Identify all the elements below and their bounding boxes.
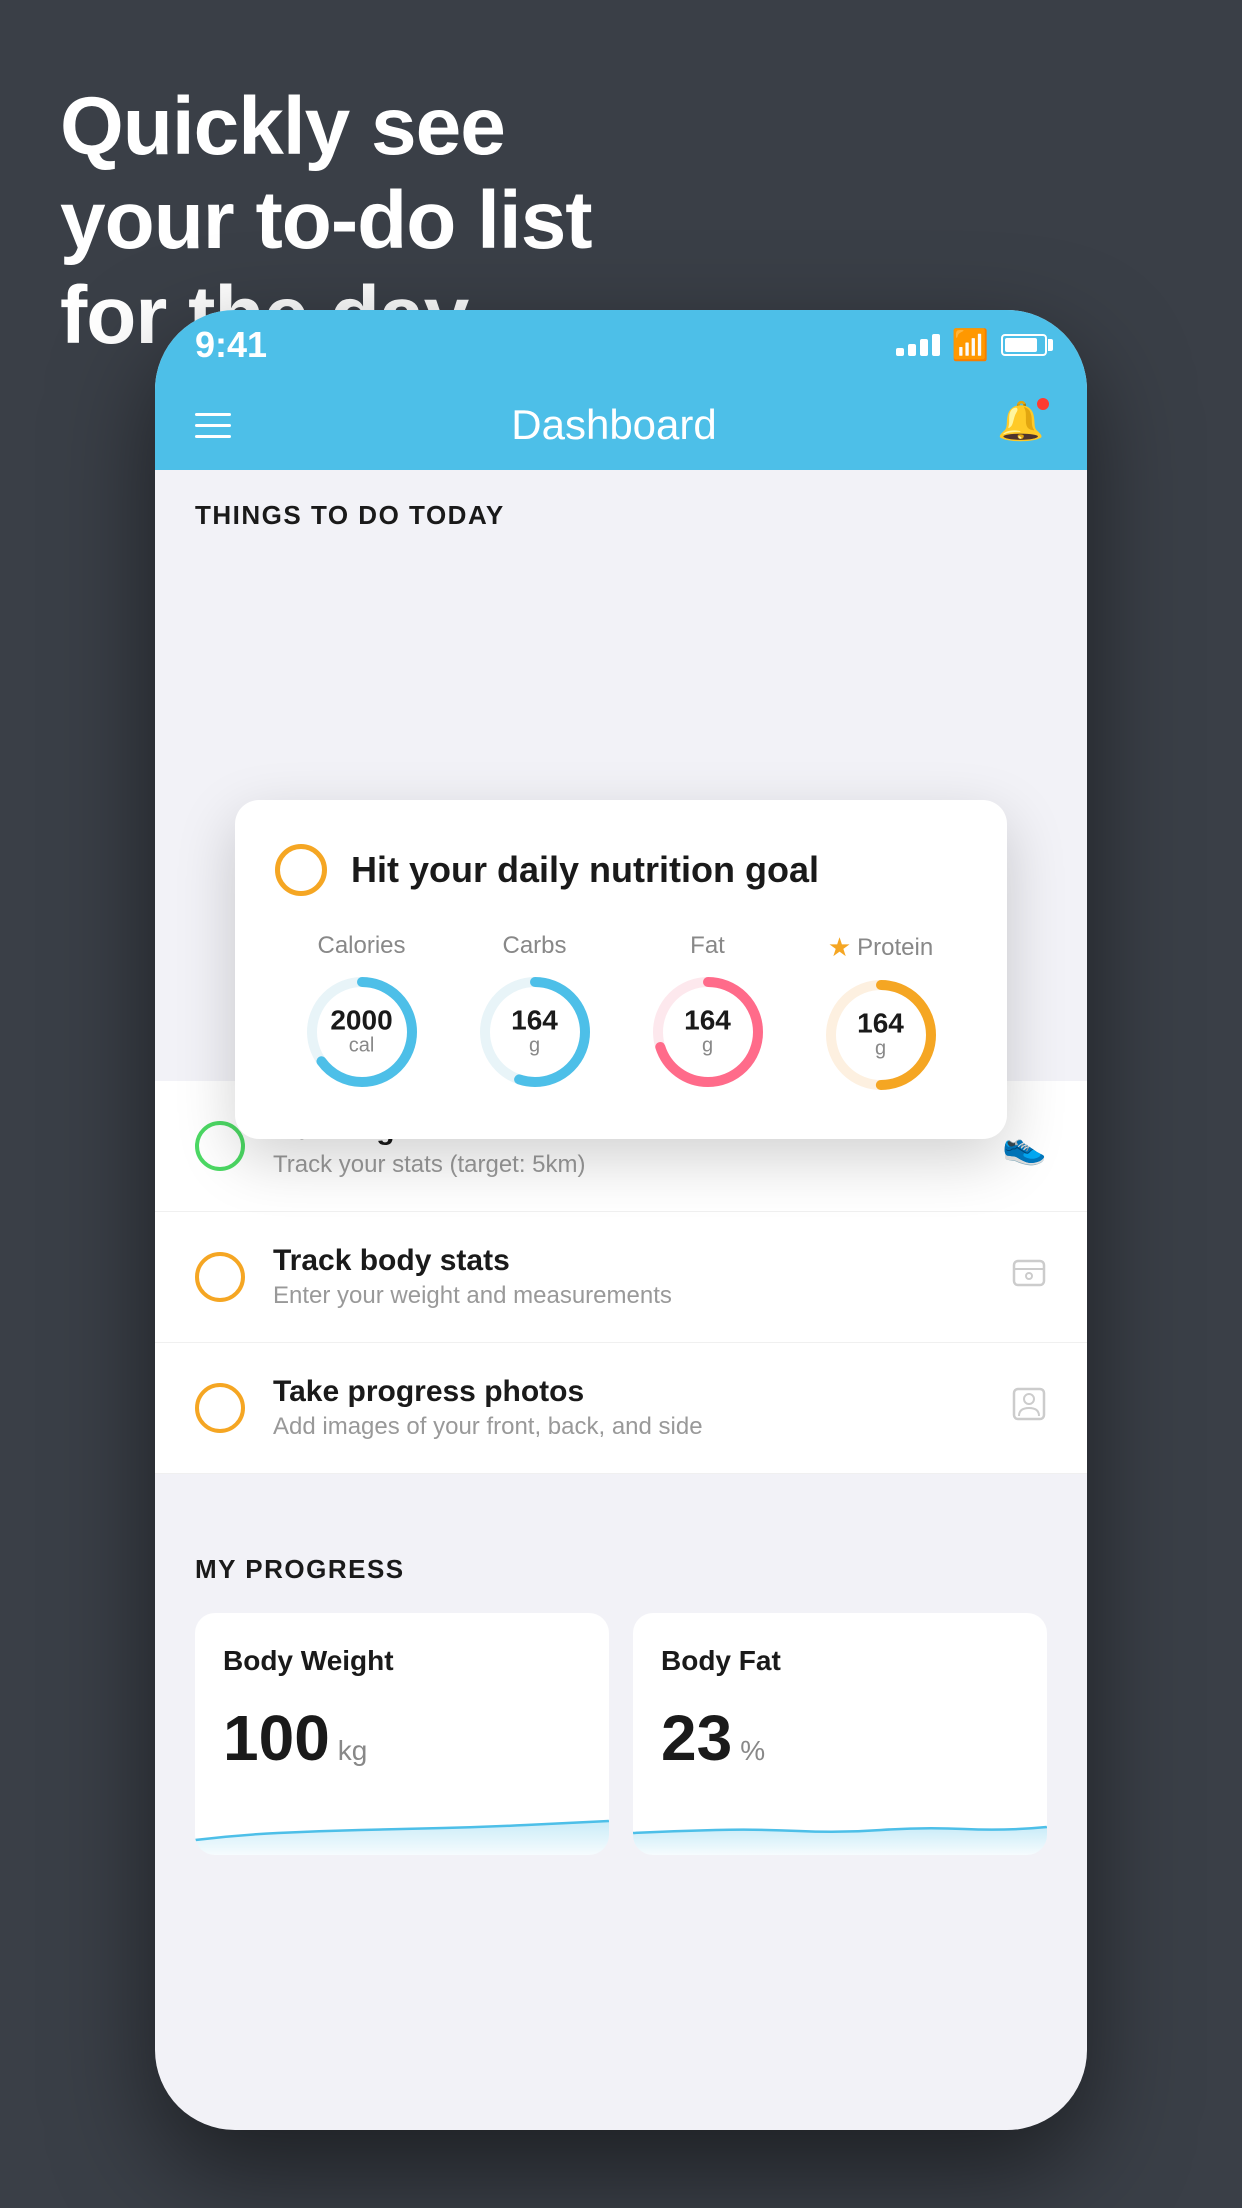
headline-line2: your to-do list [60,175,592,266]
todo-check-photos [195,1383,245,1433]
macro-fat-ring: 164 g [648,972,768,1092]
macro-fat: Fat 164 g [648,932,768,1092]
body-fat-value: 23 [661,1701,732,1775]
notification-badge [1035,396,1051,412]
notification-bell-button[interactable]: 🔔 [997,400,1047,450]
macro-carbs-unit: g [511,1035,558,1058]
progress-section-title: MY PROGRESS [195,1554,1047,1585]
status-bar: 9:41 📶 [155,310,1087,380]
wifi-icon: 📶 [952,328,989,363]
protein-star-icon: ★ [828,932,851,963]
body-weight-chart [195,1795,609,1855]
todo-list: Running Track your stats (target: 5km) 👟… [155,1081,1087,1474]
content-area: THINGS TO DO TODAY Hit your daily nutrit… [155,470,1087,1855]
macro-calories-label: Calories [317,932,405,960]
todo-subtitle-body-stats: Enter your weight and measurements [273,1282,983,1310]
body-weight-value: 100 [223,1701,330,1775]
macro-calories: Calories 2000 cal [302,932,422,1092]
signal-icon [896,334,940,356]
battery-icon [1001,334,1047,356]
todo-title-photos: Take progress photos [273,1375,983,1409]
macro-fat-label: Fat [690,932,725,960]
body-weight-card[interactable]: Body Weight 100 kg [195,1613,609,1855]
nutrition-check-circle [275,844,327,896]
phone-mockup: 9:41 📶 Dashboard 🔔 THINGS TO [155,310,1087,2130]
todo-check-running [195,1121,245,1171]
macro-carbs-ring: 164 g [475,972,595,1092]
progress-cards: Body Weight 100 kg [195,1613,1047,1855]
body-fat-value-container: 23 % [661,1701,1019,1775]
scale-icon [1011,1255,1047,1300]
macro-carbs: Carbs 164 g [475,932,595,1092]
body-fat-chart [633,1795,1047,1855]
running-icon: 👟 [1002,1125,1047,1167]
headline-line1: Quickly see [60,81,505,172]
todo-check-body-stats [195,1252,245,1302]
body-weight-value-container: 100 kg [223,1701,581,1775]
todo-item-body-stats[interactable]: Track body stats Enter your weight and m… [155,1212,1087,1343]
nutrition-card[interactable]: Hit your daily nutrition goal Calories 2… [235,800,1007,1139]
macro-carbs-value: 164 [511,1007,558,1035]
nutrition-card-title: Hit your daily nutrition goal [351,849,819,891]
status-time: 9:41 [195,324,267,366]
menu-button[interactable] [195,413,231,438]
status-icons: 📶 [896,328,1047,363]
todo-content-photos: Take progress photos Add images of your … [273,1375,983,1441]
todo-item-photos[interactable]: Take progress photos Add images of your … [155,1343,1087,1474]
body-weight-unit: kg [338,1735,368,1767]
nutrition-macros: Calories 2000 cal Carbs [275,932,967,1095]
todo-content-body-stats: Track body stats Enter your weight and m… [273,1244,983,1310]
macro-carbs-label: Carbs [502,932,566,960]
macro-protein-value: 164 [857,1010,904,1038]
body-fat-unit: % [740,1735,765,1767]
progress-section: MY PROGRESS Body Weight 100 kg [155,1514,1087,1855]
nav-bar: Dashboard 🔔 [155,380,1087,470]
body-fat-card[interactable]: Body Fat 23 % [633,1613,1047,1855]
things-to-do-header: THINGS TO DO TODAY [155,470,1087,551]
macro-protein-label: ★ Protein [828,932,933,963]
macro-calories-value: 2000 [330,1007,392,1035]
macro-fat-unit: g [684,1035,731,1058]
macro-protein-unit: g [857,1038,904,1061]
macro-protein-ring: 164 g [821,975,941,1095]
todo-title-body-stats: Track body stats [273,1244,983,1278]
macro-protein: ★ Protein 164 g [821,932,941,1095]
body-fat-card-title: Body Fat [661,1645,1019,1677]
body-weight-card-title: Body Weight [223,1645,581,1677]
things-to-do-title: THINGS TO DO TODAY [195,500,505,530]
nutrition-card-header: Hit your daily nutrition goal [275,844,967,896]
nav-title: Dashboard [511,401,716,449]
macro-calories-unit: cal [330,1035,392,1058]
todo-subtitle-running: Track your stats (target: 5km) [273,1151,974,1179]
macro-calories-ring: 2000 cal [302,972,422,1092]
macro-fat-value: 164 [684,1007,731,1035]
person-icon [1011,1386,1047,1431]
todo-subtitle-photos: Add images of your front, back, and side [273,1413,983,1441]
